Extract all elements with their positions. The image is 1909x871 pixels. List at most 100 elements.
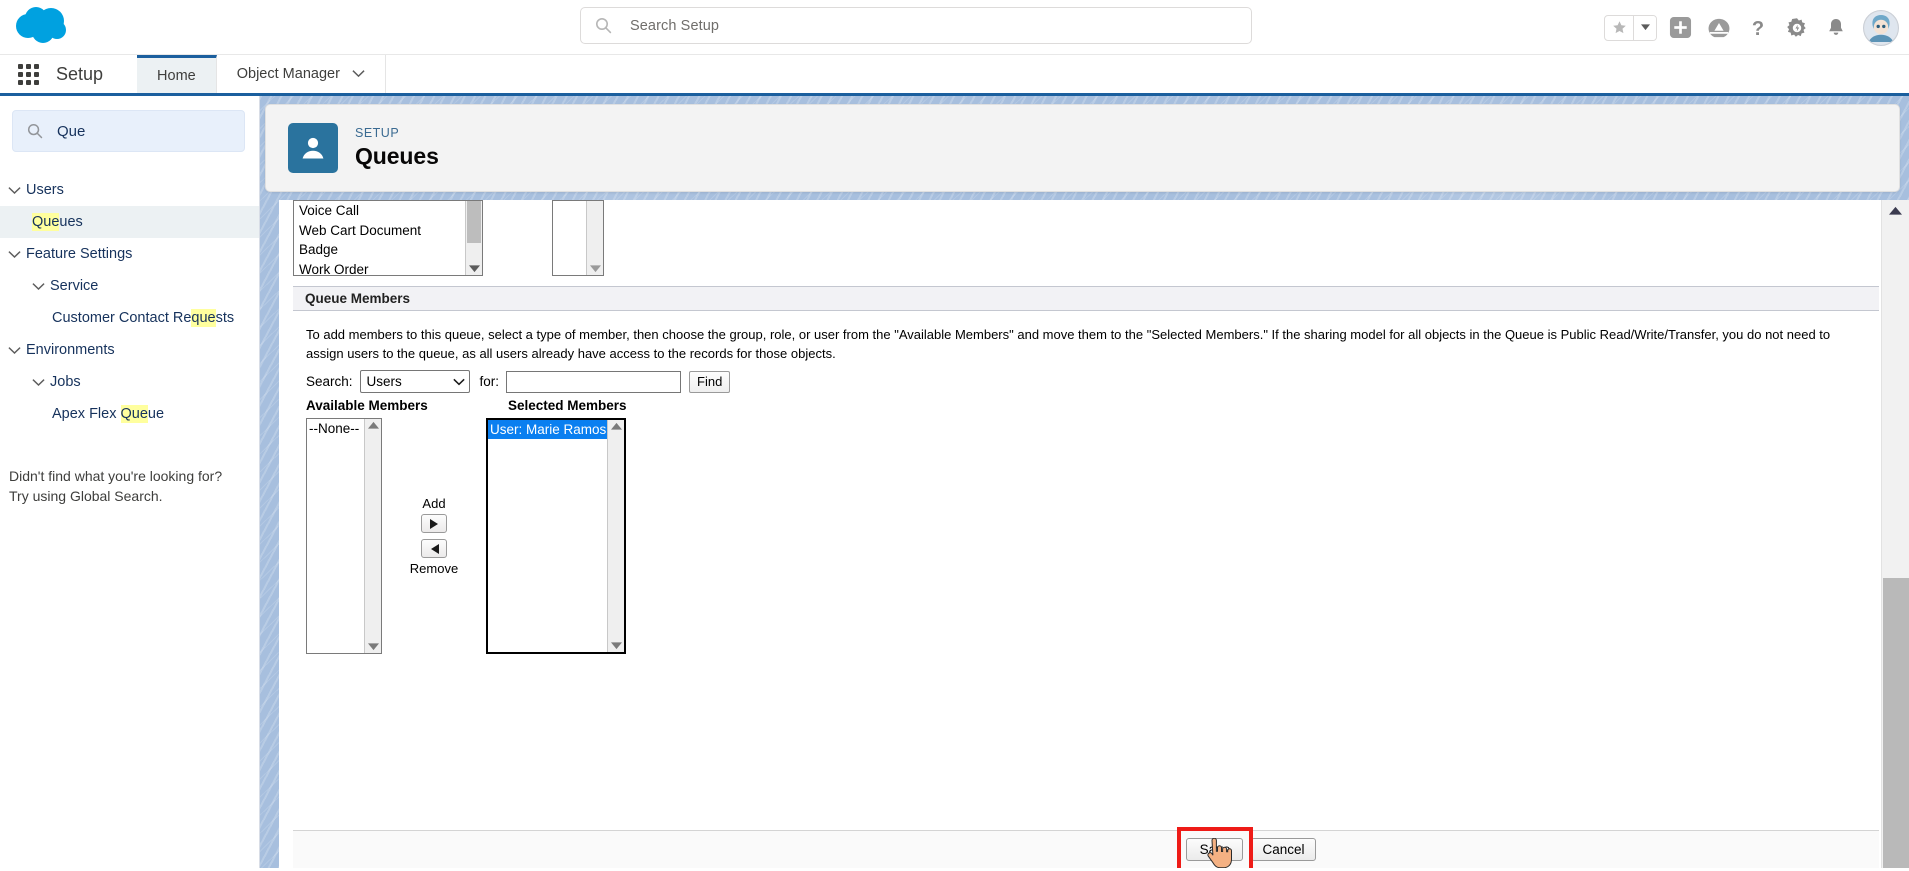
- find-button[interactable]: Find: [689, 370, 731, 393]
- favorite-star-icon[interactable]: [1605, 16, 1633, 40]
- available-members-scrollbar[interactable]: [364, 419, 381, 653]
- header-icon-group: ?: [1604, 0, 1899, 55]
- member-search-input[interactable]: [506, 370, 682, 393]
- sidebar-item-environments[interactable]: Environments: [0, 334, 259, 366]
- notifications-bell-icon[interactable]: [1820, 11, 1852, 45]
- sidebar-hint-line-1: Didn't find what you're looking for?: [9, 468, 223, 484]
- selected-objects-options[interactable]: [553, 201, 586, 275]
- search-type-select[interactable]: Users: [359, 370, 470, 393]
- available-members-options[interactable]: --None--: [307, 419, 364, 653]
- sidebar-item-queues[interactable]: Queues: [0, 206, 259, 238]
- list-item[interactable]: --None--: [307, 419, 364, 438]
- app-name-setup: Setup: [56, 63, 104, 84]
- favorites-group[interactable]: [1604, 14, 1657, 41]
- list-item[interactable]: Voice Call: [299, 201, 465, 221]
- sidebar-item-label: Feature Settings: [26, 246, 133, 262]
- tab-home-label: Home: [157, 67, 196, 84]
- sidebar-item-users[interactable]: Users: [0, 174, 259, 206]
- sidebar-nav-list: Users Queues Feature Settings Service Custom…: [0, 174, 259, 430]
- global-search-input[interactable]: Search Setup: [580, 7, 1252, 44]
- global-search-placeholder: Search Setup: [630, 17, 720, 34]
- setup-sidebar: Que Users Queues Feature Settings Service Cu…: [0, 96, 260, 868]
- sidebar-item-label: Environments: [26, 342, 115, 358]
- chevron-down-icon[interactable]: [587, 265, 603, 273]
- selected-objects-scrollbar[interactable]: [586, 201, 603, 275]
- chevron-down-icon[interactable]: [8, 346, 26, 355]
- list-item[interactable]: Work Order: [299, 260, 465, 276]
- chevron-down-icon[interactable]: [32, 378, 50, 387]
- tab-object-manager[interactable]: Object Manager: [217, 55, 386, 93]
- add-remove-controls: Add Remove: [382, 418, 486, 654]
- selected-members-listbox[interactable]: User: Marie Ramos: [486, 418, 626, 654]
- chevron-down-icon: [452, 378, 465, 386]
- search-icon: [27, 123, 43, 139]
- sidebar-item-label: Customer Contact Requests: [52, 309, 235, 327]
- detail-panel-scrollbar[interactable]: [1881, 200, 1909, 868]
- available-objects-listbox[interactable]: Voice Call Web Cart Document Badge Work Ord…: [293, 200, 483, 276]
- sidebar-quick-find-value: Que: [57, 122, 86, 140]
- sidebar-item-label: Queues: [32, 213, 83, 231]
- selected-members-label: Selected Members: [508, 398, 627, 413]
- sidebar-item-label: Jobs: [50, 374, 81, 390]
- scrollbar-thumb[interactable]: [467, 201, 481, 243]
- sidebar-item-apex-flex-queue[interactable]: Apex Flex Queue: [0, 398, 259, 430]
- content-region: SETUP Queues Voice Call Web Cart Document…: [260, 96, 1909, 868]
- chevron-down-icon[interactable]: [466, 265, 482, 273]
- remove-button[interactable]: [421, 539, 447, 558]
- chevron-down-icon[interactable]: [8, 250, 26, 259]
- help-question-icon[interactable]: ?: [1742, 11, 1774, 45]
- favorites-dropdown-caret-icon[interactable]: [1633, 15, 1656, 40]
- add-button[interactable]: [421, 514, 447, 533]
- sidebar-item-service[interactable]: Service: [0, 270, 259, 302]
- page-header-eyebrow: SETUP: [355, 126, 400, 140]
- user-avatar[interactable]: [1863, 9, 1899, 46]
- add-plus-icon[interactable]: [1664, 11, 1696, 45]
- list-item[interactable]: Badge: [299, 240, 465, 260]
- setup-gear-icon[interactable]: [1781, 11, 1813, 45]
- page-header: SETUP Queues: [265, 104, 1900, 192]
- scroll-up-arrow-icon[interactable]: [1882, 206, 1909, 215]
- available-objects-options[interactable]: Voice Call Web Cart Document Badge Work Ord…: [294, 201, 465, 275]
- save-button[interactable]: Save: [1186, 838, 1244, 861]
- list-item[interactable]: User: Marie Ramos: [488, 420, 607, 439]
- sidebar-item-jobs[interactable]: Jobs: [0, 366, 259, 398]
- member-search-row: Search: Users for: Find: [306, 370, 731, 393]
- selected-objects-listbox[interactable]: [552, 200, 604, 276]
- form-action-bar: Save Cancel: [293, 827, 1879, 868]
- selected-members-scrollbar[interactable]: [607, 420, 624, 652]
- chevron-down-icon[interactable]: [365, 643, 381, 651]
- sidebar-item-label: Users: [26, 182, 64, 198]
- chevron-down-icon: [352, 66, 365, 82]
- list-item[interactable]: Web Cart Document: [299, 221, 465, 241]
- available-objects-scrollbar[interactable]: [465, 201, 482, 275]
- tab-home[interactable]: Home: [137, 55, 217, 93]
- sidebar-item-customer-contact-requests[interactable]: Customer Contact Requests: [0, 302, 259, 334]
- sidebar-help-hint: Didn't find what you're looking for? Try…: [0, 466, 259, 506]
- search-icon: [595, 17, 612, 34]
- svg-text:?: ?: [1752, 18, 1764, 39]
- sidebar-item-feature-settings[interactable]: Feature Settings: [0, 238, 259, 270]
- app-launcher-waffle-icon[interactable]: [0, 55, 56, 93]
- sidebar-quick-find-input[interactable]: Que: [12, 110, 245, 152]
- tab-object-manager-label: Object Manager: [236, 66, 340, 82]
- chevron-up-icon[interactable]: [608, 422, 624, 430]
- global-search-container[interactable]: Search Setup: [580, 7, 1252, 44]
- sidebar-hint-line-2: Try using Global Search.: [9, 488, 163, 504]
- chevron-down-icon[interactable]: [32, 282, 50, 291]
- body-layout: Que Users Queues Feature Settings Service Cu…: [0, 96, 1909, 868]
- available-members-listbox[interactable]: --None--: [306, 418, 382, 654]
- arrow-left-icon: [430, 543, 439, 554]
- selected-members-options[interactable]: User: Marie Ramos: [488, 420, 607, 652]
- trailhead-icon[interactable]: [1703, 11, 1735, 45]
- object-picklist-row: Voice Call Web Cart Document Badge Work Ord…: [293, 200, 1895, 280]
- search-label: Search:: [306, 374, 353, 389]
- chevron-down-icon[interactable]: [8, 186, 26, 195]
- setup-navigation-bar: Setup Home Object Manager: [0, 55, 1909, 96]
- chevron-down-icon[interactable]: [608, 642, 624, 650]
- queue-detail-panel: Voice Call Web Cart Document Badge Work Ord…: [279, 200, 1909, 868]
- arrow-right-icon: [429, 518, 439, 529]
- salesforce-cloud-logo[interactable]: [14, 4, 76, 48]
- cancel-button[interactable]: Cancel: [1251, 838, 1316, 861]
- scrollbar-thumb[interactable]: [1883, 578, 1909, 868]
- chevron-up-icon[interactable]: [365, 421, 381, 429]
